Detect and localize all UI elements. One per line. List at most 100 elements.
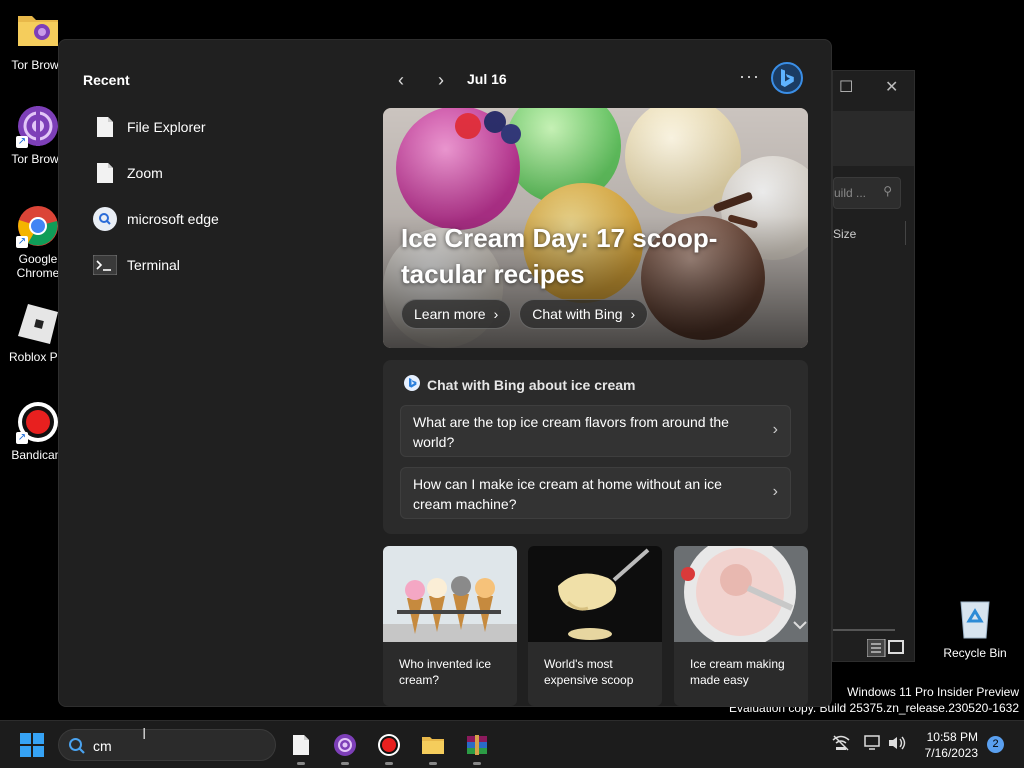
card-title: Ice cream making made easy	[690, 657, 785, 687]
chevron-right-icon: ›	[772, 421, 778, 438]
chevron-right-icon: ›	[772, 483, 778, 500]
recent-list: File Explorer Zoom microsoft edge Termin…	[83, 104, 363, 288]
chat-question-2[interactable]: How can I make ice cream at home without…	[400, 467, 791, 519]
bing-chat-suggestions: Chat with Bing about ice cream What are …	[383, 360, 808, 534]
search-panel: Recent File Explorer Zoom microsoft edge	[58, 39, 832, 707]
recent-item-label: Terminal	[127, 257, 180, 273]
document-icon	[93, 161, 117, 185]
more-options-icon[interactable]: ···	[739, 66, 760, 87]
card-title: World's most expensive scoop	[544, 657, 634, 687]
window-ribbon	[833, 111, 914, 166]
card-who-invented-ice-cream[interactable]: Who invented ice cream?	[383, 546, 517, 706]
volume-icon[interactable]	[888, 735, 906, 754]
text-cursor-icon: I	[142, 726, 147, 743]
card-ice-cream-making-made-easy[interactable]: Ice cream making made easy	[674, 546, 808, 706]
terminal-icon	[93, 253, 117, 277]
next-day-button[interactable]: ›	[431, 68, 451, 92]
search-icon	[93, 207, 117, 231]
horizontal-scrollbar[interactable]	[833, 629, 895, 631]
recent-heading: Recent	[83, 72, 130, 88]
taskbar-app-tor-browser[interactable]	[331, 731, 359, 765]
recent-item-label: File Explorer	[127, 119, 206, 135]
notification-badge[interactable]: 2	[987, 736, 1004, 753]
chat-question-text: How can I make ice cream at home without…	[413, 476, 722, 512]
shortcut-arrow-icon: ↗	[16, 432, 28, 444]
system-clock[interactable]: 10:58 PM 7/16/2023	[910, 729, 978, 761]
recent-item-file-explorer[interactable]: File Explorer	[83, 104, 363, 150]
card-title: Who invented ice cream?	[399, 657, 492, 687]
desktop-icon-recycle-bin[interactable]: Recycle Bin	[940, 596, 1010, 660]
network-offline-icon[interactable]	[832, 735, 850, 754]
taskbar-app-file-explorer[interactable]	[419, 731, 447, 765]
bing-icon[interactable]	[771, 62, 803, 94]
view-toggle	[866, 638, 907, 658]
start-button[interactable]	[20, 733, 44, 757]
taskbar-search-input[interactable]	[93, 736, 263, 756]
search-icon: ⚲	[883, 184, 892, 198]
desktop: Tor Brows ↗ Tor Brows ↗ Google Chrome Ro…	[0, 0, 1024, 720]
taskbar-app-document[interactable]	[287, 731, 315, 765]
chat-with-bing-label: Chat with Bing	[532, 306, 623, 322]
highlights-navbar: ‹ › Jul 16 ···	[389, 62, 809, 94]
ice-cream-bowl-image	[674, 546, 808, 642]
clock-date: 7/16/2023	[924, 746, 978, 760]
tor-browser-icon	[334, 734, 356, 756]
bing-chat-heading: Chat with Bing about ice cream	[403, 374, 635, 395]
highlight-date: Jul 16	[467, 71, 507, 87]
recycle-bin-icon	[953, 596, 997, 640]
display-icon[interactable]	[864, 735, 882, 754]
windows-logo-tile	[33, 746, 44, 757]
taskbar-app-bandicam[interactable]	[375, 731, 403, 765]
recent-item-label: microsoft edge	[127, 211, 219, 227]
window-search-input[interactable]: uild ... ⚲	[833, 177, 901, 209]
recent-item-microsoft-edge[interactable]: microsoft edge	[83, 196, 363, 242]
chat-with-bing-button[interactable]: Chat with Bing ›	[519, 299, 649, 329]
hero-actions: Learn more › Chat with Bing ›	[401, 299, 649, 329]
hero-card[interactable]: Ice Cream Day: 17 scoop-tacular recipes …	[383, 108, 808, 348]
taskbar-app-winrar[interactable]	[463, 731, 491, 765]
chrome-icon: ↗	[16, 204, 60, 248]
recent-item-zoom[interactable]: Zoom	[83, 150, 363, 196]
running-indicator	[385, 762, 393, 765]
bing-chat-icon	[403, 374, 421, 395]
windows-logo-tile	[20, 746, 31, 757]
winrar-icon	[467, 735, 487, 755]
background-explorer-window[interactable]: ☐ ✕ uild ... ⚲ Size	[832, 70, 915, 662]
hero-title[interactable]: Ice Cream Day: 17 scoop-tacular recipes	[401, 220, 761, 292]
ice-cream-scoop-image	[528, 546, 662, 642]
maximize-icon[interactable]: ☐	[839, 77, 853, 97]
clock-time: 10:58 PM	[926, 730, 978, 744]
chevron-right-icon: ›	[493, 306, 499, 322]
window-titlebar: ☐ ✕	[833, 71, 914, 105]
column-divider[interactable]	[905, 221, 906, 245]
tor-browser-icon: ↗	[16, 104, 60, 148]
chat-question-1[interactable]: What are the top ice cream flavors from …	[400, 405, 791, 457]
recent-item-label: Zoom	[127, 165, 163, 181]
document-icon	[293, 735, 309, 755]
column-header-size[interactable]: Size	[833, 227, 856, 241]
bandicam-icon	[378, 734, 400, 756]
related-cards: Who invented ice cream? World's most exp…	[383, 546, 808, 706]
window-search-placeholder: uild ...	[834, 186, 867, 200]
recent-item-terminal[interactable]: Terminal	[83, 242, 363, 288]
recycle-bin-label: Recycle Bin	[943, 646, 1007, 660]
previous-day-button[interactable]: ‹	[391, 68, 411, 92]
bing-chat-heading-text: Chat with Bing about ice cream	[427, 376, 636, 393]
running-indicator	[297, 762, 305, 765]
running-indicator	[429, 762, 437, 765]
close-icon[interactable]: ✕	[885, 77, 898, 97]
search-icon	[68, 737, 86, 760]
ice-cream-cones-image	[383, 546, 517, 642]
taskbar: I 10:58 PM 7/16/2023 2	[0, 720, 1024, 768]
running-indicator	[341, 762, 349, 765]
card-worlds-most-expensive-scoop[interactable]: World's most expensive scoop	[528, 546, 662, 706]
folder-icon	[16, 10, 60, 54]
shortcut-arrow-icon: ↗	[16, 236, 28, 248]
document-icon	[93, 115, 117, 139]
windows-logo-tile	[20, 733, 31, 744]
learn-more-button[interactable]: Learn more ›	[401, 299, 512, 329]
details-view-icon[interactable]	[866, 638, 907, 658]
taskbar-search-box[interactable]	[58, 729, 276, 761]
roblox-icon	[16, 302, 60, 346]
windows-logo-tile	[33, 733, 44, 744]
